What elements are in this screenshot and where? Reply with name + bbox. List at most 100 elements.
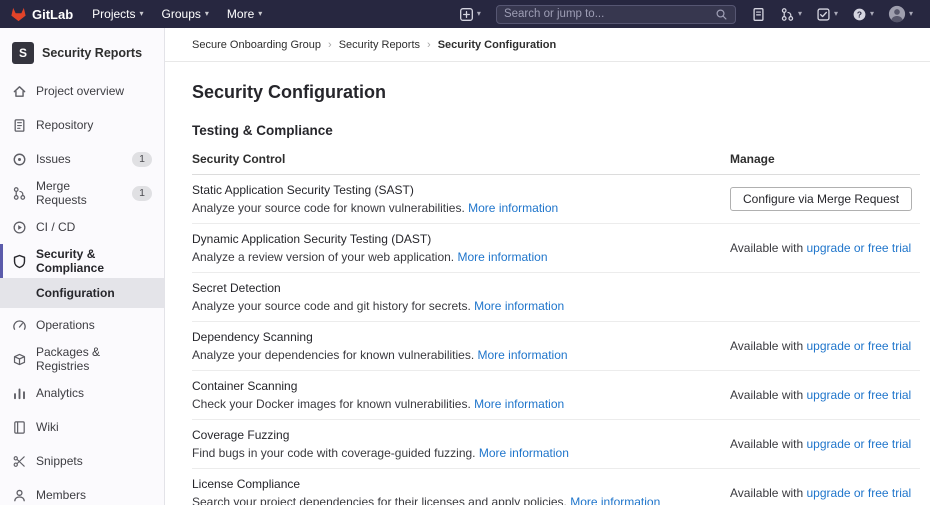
- breadcrumb-item-security-reports[interactable]: Security Reports: [339, 39, 420, 51]
- topbar-menus: Projects ▾ Groups▾More▾: [83, 0, 271, 28]
- manage-cell: Configure via Merge Request: [730, 187, 920, 211]
- search-input[interactable]: [504, 8, 715, 20]
- sidebar-item-ci-cd[interactable]: CI / CD: [0, 210, 164, 244]
- sidebar-item-merge-requests[interactable]: Merge Requests1: [0, 176, 164, 210]
- help-menu-button[interactable]: ? ▾: [845, 0, 881, 28]
- upgrade-or-free-trial-link[interactable]: upgrade or free trial: [807, 241, 912, 255]
- sidebar-item-label: Configuration: [36, 286, 115, 300]
- control-description: Search your project dependencies for the…: [192, 494, 710, 505]
- chevron-down-icon: ▾: [870, 10, 874, 18]
- sidebar-item-operations[interactable]: Operations: [0, 308, 164, 342]
- more-information-link[interactable]: More information: [474, 299, 564, 313]
- sidebar-item-wiki[interactable]: Wiki: [0, 410, 164, 444]
- tasks-button[interactable]: ▾: [809, 0, 845, 28]
- more-information-link[interactable]: More information: [457, 250, 547, 264]
- tasks-icon: [816, 7, 831, 22]
- merge-requests-button[interactable]: ▾: [773, 0, 809, 28]
- sidebar-item-snippets[interactable]: Snippets: [0, 444, 164, 478]
- sidebar-item-security-compliance[interactable]: Security & Compliance: [0, 244, 164, 278]
- project-name: Security Reports: [42, 46, 142, 60]
- sidebar-item-packages-registries[interactable]: Packages & Registries: [0, 342, 164, 376]
- control-name: Coverage Fuzzing: [192, 427, 710, 443]
- table-header-row: Security Control Manage: [192, 138, 920, 175]
- analytics-icon: [12, 386, 27, 401]
- control-description: Find bugs in your code with coverage-gui…: [192, 445, 710, 461]
- chevron-down-icon: ▾: [909, 10, 913, 18]
- topbar-menu-groups[interactable]: Groups▾: [153, 0, 218, 28]
- manage-cell: Available with upgrade or free trial: [730, 241, 920, 255]
- search-box[interactable]: [496, 5, 736, 24]
- control-info: Container Scanning Check your Docker imag…: [192, 378, 730, 412]
- control-description: Analyze your dependencies for known vuln…: [192, 347, 710, 363]
- project-header-link[interactable]: S Security Reports: [0, 36, 164, 74]
- sidebar-item-project-overview[interactable]: Project overview: [0, 74, 164, 108]
- upgrade-or-free-trial-link[interactable]: upgrade or free trial: [807, 437, 912, 451]
- gitlab-tanuki-icon: [10, 6, 27, 23]
- sidebar-item-members[interactable]: Members: [0, 478, 164, 505]
- search-icon: [715, 8, 728, 21]
- security-control-row-container-scanning: Container Scanning Check your Docker imag…: [192, 371, 920, 420]
- new-menu-button[interactable]: ▾: [452, 0, 488, 28]
- more-information-link[interactable]: More information: [478, 348, 568, 362]
- merge-request-icon: [12, 186, 27, 201]
- control-info: Dynamic Application Security Testing (DA…: [192, 231, 730, 265]
- sidebar-item-label: Packages & Registries: [36, 345, 152, 373]
- merge-request-icon: [780, 7, 795, 22]
- topbar-menu-more[interactable]: More▾: [218, 0, 271, 28]
- sidebar-nav: Project overviewRepositoryIssues1Merge R…: [0, 74, 164, 505]
- security-control-row-dynamic-application-security-testing-dast: Dynamic Application Security Testing (DA…: [192, 224, 920, 273]
- more-information-link[interactable]: More information: [474, 397, 564, 411]
- sidebar-item-label: Merge Requests: [36, 179, 123, 207]
- sidebar-item-configuration[interactable]: Configuration: [0, 278, 164, 308]
- manage-cell: Available with upgrade or free trial: [730, 437, 920, 451]
- sidebar-item-analytics[interactable]: Analytics: [0, 376, 164, 410]
- chevron-down-icon: ▾: [834, 10, 838, 18]
- page-title: Security Configuration: [192, 82, 920, 103]
- gitlab-home-link[interactable]: GitLab: [10, 6, 73, 23]
- top-navigation-bar: GitLab Projects ▾ Groups▾More▾ ▾ ▾ ▾ ? ▾ ▾: [0, 0, 930, 28]
- package-icon: [12, 352, 27, 367]
- menu-label: Projects: [92, 7, 135, 21]
- column-header-security-control: Security Control: [192, 152, 730, 166]
- breadcrumb-item-secure-onboarding-group[interactable]: Secure Onboarding Group: [192, 39, 321, 51]
- security-control-row-secret-detection: Secret DetectionAnalyze your source code…: [192, 273, 920, 322]
- control-name: Container Scanning: [192, 378, 710, 394]
- todo-list-button[interactable]: [744, 0, 773, 28]
- column-header-manage: Manage: [730, 152, 920, 166]
- more-information-link[interactable]: More information: [468, 201, 558, 215]
- wiki-icon: [12, 420, 27, 435]
- section-title: Testing & Compliance: [192, 123, 920, 138]
- control-description: Check your Docker images for known vulne…: [192, 396, 710, 412]
- sidebar-item-repository[interactable]: Repository: [0, 108, 164, 142]
- control-description: Analyze your source code for known vulne…: [192, 200, 710, 216]
- sidebar-item-label: Snippets: [36, 454, 83, 468]
- project-avatar: S: [12, 42, 34, 64]
- configure-via-merge-request-button[interactable]: Configure via Merge Request: [730, 187, 912, 211]
- ci-cd-icon: [12, 220, 27, 235]
- upgrade-or-free-trial-link[interactable]: upgrade or free trial: [807, 339, 912, 353]
- breadcrumb-separator-icon: ›: [328, 39, 332, 51]
- todo-list-icon: [751, 7, 766, 22]
- upgrade-or-free-trial-link[interactable]: upgrade or free trial: [807, 388, 912, 402]
- sidebar-item-label: Wiki: [36, 420, 59, 434]
- more-information-link[interactable]: More information: [570, 495, 660, 505]
- control-info: Coverage Fuzzing Find bugs in your code w…: [192, 427, 730, 461]
- user-menu-button[interactable]: ▾: [881, 0, 920, 28]
- breadcrumb-item-security-configuration[interactable]: Security Configuration: [438, 39, 557, 51]
- manage-cell: Available with upgrade or free trial: [730, 339, 920, 353]
- security-control-row-license-compliance: License Compliance Search your project de…: [192, 469, 920, 505]
- topbar-menu-projects[interactable]: Projects ▾: [83, 0, 152, 28]
- control-description: Analyze your source code and git history…: [192, 298, 710, 314]
- help-icon: ?: [852, 7, 867, 22]
- control-info: Secret DetectionAnalyze your source code…: [192, 280, 730, 314]
- upgrade-or-free-trial-link[interactable]: upgrade or free trial: [807, 486, 912, 500]
- plus-square-icon: [459, 7, 474, 22]
- chevron-down-icon: ▾: [140, 10, 144, 18]
- user-avatar: [888, 5, 906, 23]
- sidebar-item-issues[interactable]: Issues1: [0, 142, 164, 176]
- security-control-row-coverage-fuzzing: Coverage Fuzzing Find bugs in your code w…: [192, 420, 920, 469]
- more-information-link[interactable]: More information: [479, 446, 569, 460]
- control-name: License Compliance: [192, 476, 710, 492]
- control-name: Dynamic Application Security Testing (DA…: [192, 231, 710, 247]
- repository-icon: [12, 118, 27, 133]
